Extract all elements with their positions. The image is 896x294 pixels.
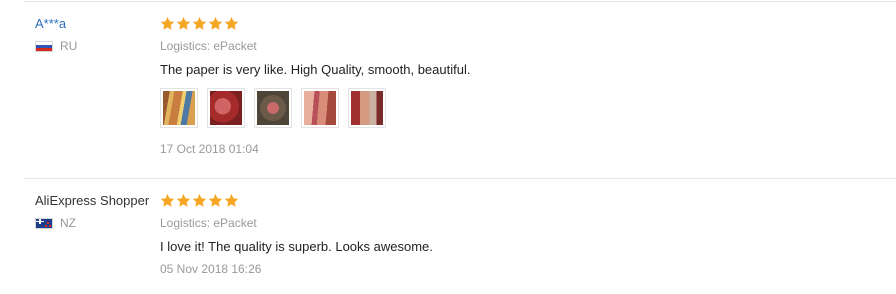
review-photo-thumbnail[interactable]: [301, 88, 339, 128]
review-content: Logistics: ePacket The paper is very lik…: [160, 16, 876, 157]
reviewer-country: RU: [35, 39, 160, 53]
logistics-info: Logistics: ePacket: [160, 39, 257, 53]
star-icon: [176, 16, 191, 30]
top-divider: [24, 1, 896, 2]
new-zealand-flag-icon: [35, 217, 53, 229]
reviewer-name-link[interactable]: A***a: [35, 16, 160, 32]
star-icon: [160, 16, 175, 30]
review-divider: [24, 178, 896, 179]
star-icon: [224, 193, 239, 207]
review-photo-thumbnail[interactable]: [254, 88, 292, 128]
reviewer-info: A***a RU: [35, 16, 160, 53]
country-code: NZ: [60, 216, 76, 230]
review-photo-thumbnail[interactable]: [160, 88, 198, 128]
star-icon: [224, 16, 239, 30]
review-photos: [160, 88, 876, 128]
star-icon: [160, 193, 175, 207]
review-text: I love it! The quality is superb. Looks …: [160, 239, 433, 254]
star-icon: [176, 193, 191, 207]
reviewer-name: AliExpress Shopper: [35, 193, 150, 208]
star-icon: [208, 193, 223, 207]
review-content: Logistics: ePacket I love it! The qualit…: [160, 193, 876, 277]
star-icon: [208, 16, 223, 30]
star-rating: [160, 193, 876, 210]
review-photo-thumbnail[interactable]: [207, 88, 245, 128]
reviewer-info: AliExpress Shopper NZ: [35, 193, 160, 230]
russia-flag-icon: [35, 40, 53, 52]
review-photo-thumbnail[interactable]: [348, 88, 386, 128]
star-rating: [160, 16, 876, 33]
review-date: 17 Oct 2018 01:04: [160, 142, 259, 156]
review-date: 05 Nov 2018 16:26: [160, 262, 262, 276]
logistics-info: Logistics: ePacket: [160, 216, 257, 230]
country-code: RU: [60, 39, 78, 53]
review-text: The paper is very like. High Quality, sm…: [160, 62, 471, 77]
reviewer-country: NZ: [35, 216, 160, 230]
star-icon: [192, 193, 207, 207]
star-icon: [192, 16, 207, 30]
